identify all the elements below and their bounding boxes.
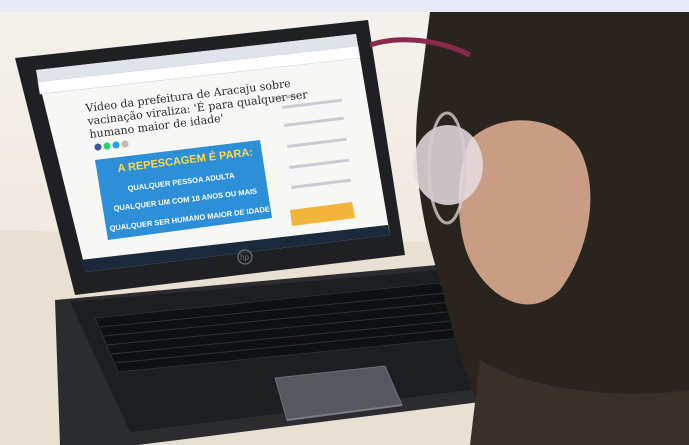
- face-mask: [413, 125, 483, 205]
- laptop-photo: Vídeo da prefeitura de Aracaju sobre vac…: [0, 12, 689, 445]
- share-icon: [121, 140, 129, 148]
- facebook-icon: [94, 143, 102, 151]
- photo-scene: Vídeo da prefeitura de Aracaju sobre vac…: [0, 0, 689, 445]
- hp-logo-text: hp: [240, 253, 249, 262]
- whatsapp-icon: [103, 142, 111, 150]
- twitter-icon: [112, 141, 120, 149]
